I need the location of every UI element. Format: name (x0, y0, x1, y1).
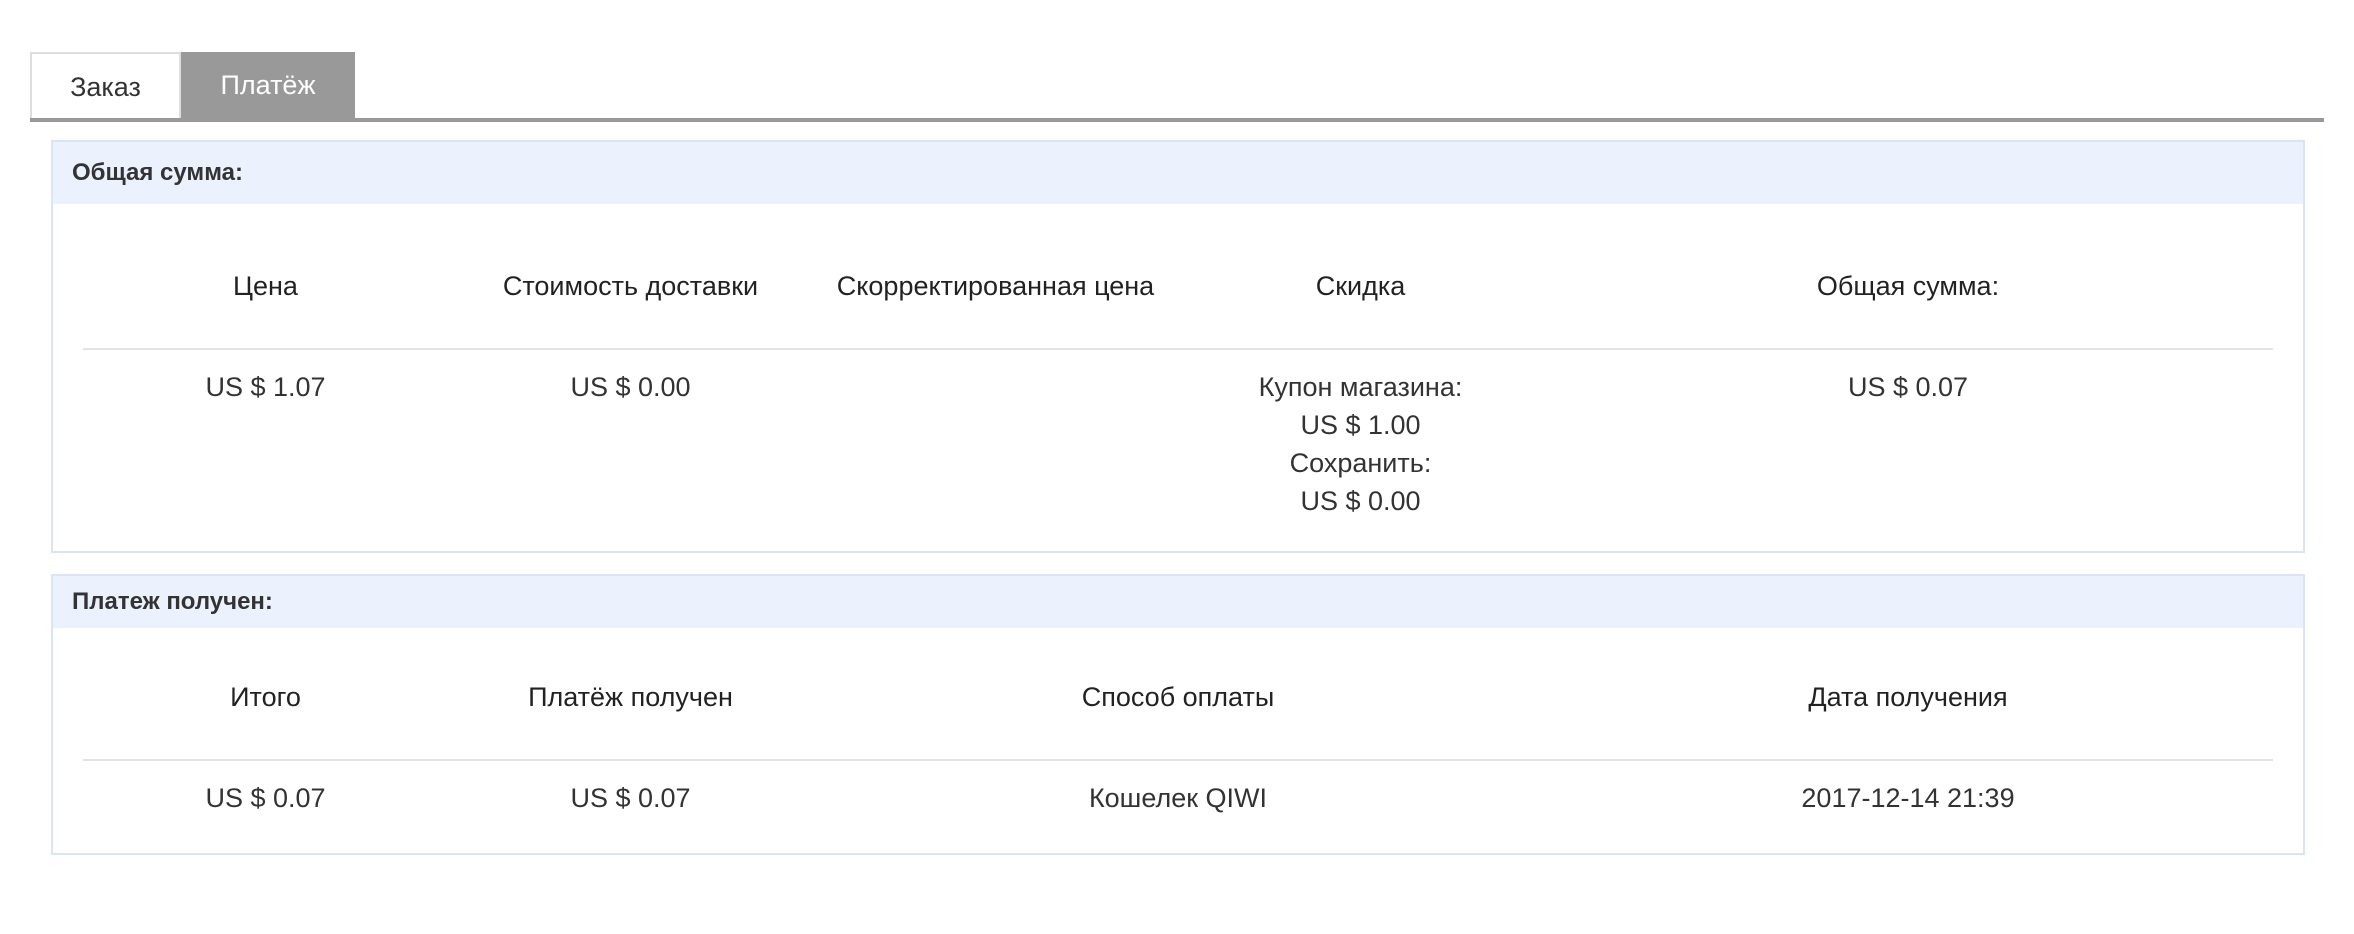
column-header-total: Общая сумма: (1543, 224, 2273, 350)
payment-received-panel: Платеж получен: Итого Платёж получен Спо… (51, 574, 2305, 855)
store-coupon-label: Купон магазина: (1258, 372, 1463, 402)
tab-bar: Заказ Платёж (30, 52, 2324, 122)
subtotal-value: US $ 0.07 (205, 783, 326, 813)
total-amount-header: Общая сумма: (53, 142, 2303, 204)
save-label: Сохранить: (1289, 448, 1432, 478)
column-header-payment-received: Платёж получен (448, 635, 813, 761)
total-value: US $ 0.07 (1847, 372, 1969, 402)
table-header-row: Цена Стоимость доставки Скорректированна… (83, 224, 2273, 350)
adjusted-price-value (813, 349, 1178, 520)
order-detail-page: Заказ Платёж Общая сумма: Цена Стоимость… (30, 52, 2324, 855)
shipping-value: US $ 0.00 (570, 372, 691, 402)
discount-cell: Купон магазина: US $ 1.00 Сохранить: US … (1178, 349, 1543, 520)
table-row: US $ 0.07 US $ 0.07 Кошелек QIWI 2017-12… (83, 760, 2273, 817)
payment-received-header: Платеж получен: (53, 576, 2303, 628)
column-header-discount: Скидка (1178, 224, 1543, 350)
table-row: US $ 1.07 US $ 0.00 Купон магазина: US $… (83, 349, 2273, 520)
column-header-shipping: Стоимость доставки (448, 224, 813, 350)
column-header-price: Цена (83, 224, 448, 350)
column-header-received-date: Дата получения (1543, 635, 2273, 761)
column-header-adjusted-price: Скорректированная цена (813, 224, 1178, 350)
price-value: US $ 1.07 (205, 372, 326, 402)
save-value: US $ 0.00 (1300, 486, 1421, 516)
column-header-payment-method: Способ оплаты (813, 635, 1543, 761)
table-header-row: Итого Платёж получен Способ оплаты Дата … (83, 635, 2273, 761)
total-amount-panel: Общая сумма: Цена Стоимость доставки Ско… (51, 140, 2305, 553)
tab-payment[interactable]: Платёж (181, 52, 355, 118)
payment-received-value: US $ 0.07 (570, 783, 691, 813)
received-date-value: 2017-12-14 21:39 (1801, 783, 2015, 813)
total-amount-table: Цена Стоимость доставки Скорректированна… (83, 224, 2273, 520)
payment-received-table: Итого Платёж получен Способ оплаты Дата … (83, 635, 2273, 817)
column-header-subtotal: Итого (83, 635, 448, 761)
tab-order[interactable]: Заказ (30, 52, 181, 118)
payment-method-value: Кошелек QIWI (1088, 783, 1268, 813)
store-coupon-value: US $ 1.00 (1300, 410, 1421, 440)
